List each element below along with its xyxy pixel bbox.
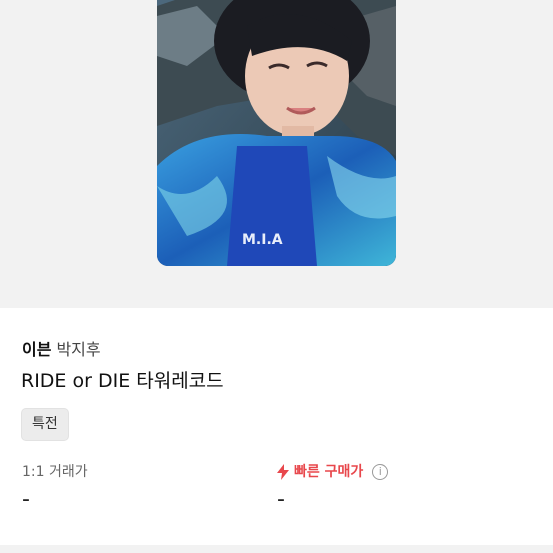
section-divider [0,545,553,553]
quick-buy-label[interactable]: 빠른 구매가 i [277,462,389,482]
artist-group-name[interactable]: 이븐 [22,340,51,359]
artist-row: 이븐 박지후 [22,340,101,360]
photocard-image[interactable]: M.I.A [157,0,396,266]
artist-member-name[interactable]: 박지후 [56,340,100,359]
product-image-area: M.I.A [0,0,553,308]
lightning-bolt-icon [277,464,289,480]
product-title: RIDE or DIE 타워레코드 [21,370,224,392]
trade-price-value: - [22,487,30,512]
product-tag[interactable]: 특전 [21,408,69,441]
product-info-panel: 이븐 박지후 RIDE or DIE 타워레코드 특전 1:1 거래가 빠른 구매… [0,308,553,553]
quick-buy-price-value: - [277,487,285,512]
quick-buy-label-text: 빠른 구매가 [294,464,364,480]
trade-price-label: 1:1 거래가 [22,464,88,480]
info-circle-icon[interactable]: i [372,464,389,480]
svg-text:M.I.A: M.I.A [242,232,283,248]
